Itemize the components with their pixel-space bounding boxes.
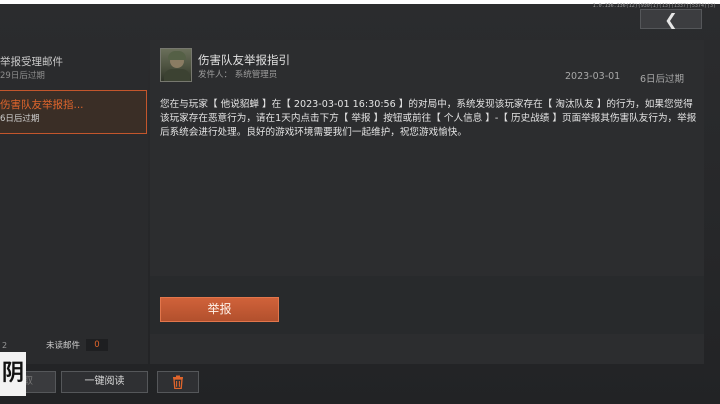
unread-label: 未读邮件: [46, 341, 81, 351]
mail-item-title: 伤害队友举报指...: [0, 99, 84, 111]
read-all-button[interactable]: 一键阅读: [61, 371, 148, 393]
mail-item-title: 举报受理邮件: [0, 56, 63, 68]
mail-body: 您在与玩家【 他说貂蝉 】在【 2023-03-01 16:30:56 】的对局…: [160, 99, 697, 138]
report-button[interactable]: 举报: [160, 297, 279, 322]
mail-count: 2: [2, 340, 8, 350]
sender-avatar: [160, 48, 192, 82]
delete-button[interactable]: [157, 371, 199, 393]
trash-icon: [173, 375, 183, 389]
mail-date: 2023-03-01: [565, 71, 621, 82]
mail-sender: 发件人： 系统管理员: [198, 70, 278, 80]
screen: 1.0.136.136(12)(930(1)(13)(1337)(5374)(3…: [0, 0, 720, 404]
back-button[interactable]: ❮: [640, 9, 702, 29]
back-arrow-icon: ❮: [664, 9, 678, 29]
mail-item-expiry: 29日后过期: [0, 71, 45, 81]
unread-count-badge: 0: [86, 339, 109, 351]
mail-title: 伤害队友举报指引: [198, 53, 290, 67]
mail-list-item[interactable]: 举报受理邮件 29日后过期: [0, 48, 147, 92]
overlay-glyph: 阴: [0, 352, 26, 396]
mail-list-item-selected[interactable]: 伤害队友举报指... 6日后过期: [0, 90, 147, 134]
mail-expiry: 6日后过期: [640, 74, 685, 85]
mail-item-expiry: 6日后过期: [0, 114, 40, 124]
